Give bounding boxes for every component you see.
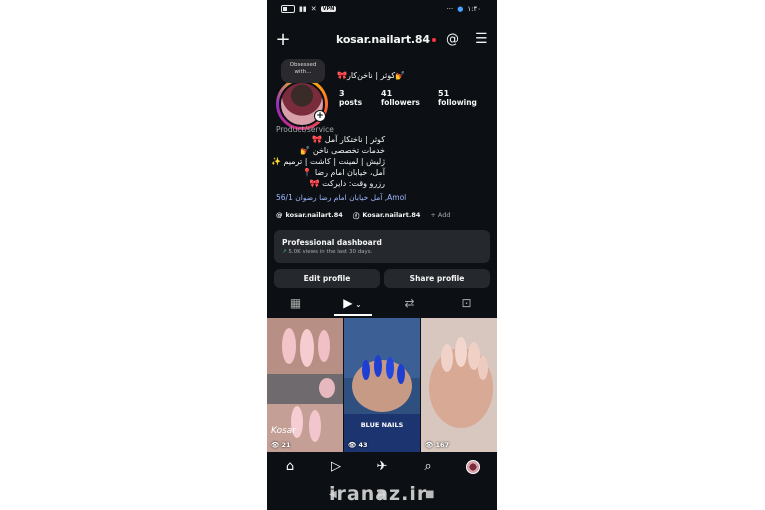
active-tab-indicator — [334, 314, 372, 316]
reel-view-count: 👁 167 — [425, 441, 449, 449]
display-name: 🎀کوثر | ناخن‌کار💅 — [337, 71, 406, 80]
profile-nav-avatar[interactable] — [466, 460, 480, 474]
grid-tab[interactable]: ▦ — [267, 292, 324, 316]
dashboard-title: Professional dashboard — [282, 238, 382, 247]
reel-thumbnail[interactable]: 👁 167 — [421, 318, 497, 452]
clock-icon: ● — [457, 5, 464, 13]
status-bar: ▮▮ ✕ VPN ··· ● ۱:۴۰ — [267, 0, 497, 20]
bio-line: خدمات تخصصی ناخن 💅 — [300, 146, 385, 155]
add-link-button[interactable]: + Add — [430, 211, 450, 219]
eye-icon: 👁 — [348, 441, 357, 449]
profile-tabs: ▦ ▶ ⌄ ⇄ ⊡ — [267, 292, 497, 316]
vpn-badge: VPN — [320, 6, 337, 12]
eye-icon: 👁 — [425, 441, 434, 449]
note-bubble[interactable]: Obsessed with... — [281, 59, 325, 83]
profile-links: @ kosar.nailart.84 ⓕ Kosar.nailart.84 + … — [276, 210, 451, 220]
stat-following-label: following — [438, 98, 477, 107]
bio-line: رزرو وقت: دایرکت 🎀 — [309, 179, 385, 188]
share-profile-button[interactable]: Share profile — [384, 269, 490, 288]
system-gesture-bar: ◀ ● ■ iranaz.ir — [267, 482, 497, 510]
reel-image-blue-nails — [344, 318, 420, 452]
create-plus-icon[interactable]: + — [275, 26, 291, 54]
more-notifications: ··· — [446, 5, 454, 13]
menu-icon[interactable]: ☰ — [475, 31, 488, 47]
bio-line: ژلیش | لمینت | کاشت | ترمیم ✨ — [271, 157, 385, 166]
trend-up-icon: ↗ — [282, 249, 287, 255]
dashboard-subtitle: ↗ 5.0K views in the last 30 days. — [282, 249, 372, 255]
reels-tab[interactable]: ▶ ⌄ — [324, 292, 381, 316]
search-icon[interactable]: ⌕ — [405, 452, 451, 482]
stat-posts-label: posts — [339, 98, 363, 107]
facebook-link[interactable]: ⓕ Kosar.nailart.84 — [353, 210, 421, 220]
reel-view-number: 43 — [358, 441, 368, 449]
home-icon[interactable]: ⌂ — [267, 452, 313, 482]
threads-icon[interactable]: @ — [446, 32, 459, 47]
chevron-down-icon[interactable]: ⌄ — [422, 35, 428, 43]
stat-followers-count: 41 — [381, 89, 393, 98]
edit-profile-button[interactable]: Edit profile — [274, 269, 380, 288]
category-label: Product/service — [276, 125, 334, 134]
grid-icon: ▦ — [289, 296, 302, 310]
add-story-plus-icon[interactable]: + — [314, 110, 326, 122]
status-icons-right: ··· ● ۱:۴۰ — [447, 5, 481, 13]
repost-icon: ⇄ — [404, 296, 415, 310]
status-time: ۱:۴۰ — [467, 5, 481, 13]
notification-dot — [432, 38, 436, 42]
threads-link[interactable]: @ kosar.nailart.84 — [276, 211, 343, 219]
reel-view-count: 👁 43 — [348, 441, 368, 449]
reel-caption: BLUE NAILS — [360, 421, 404, 429]
bio-line: آمل، خیابان امام رضا 📍 — [302, 168, 385, 177]
phone-screen: ▮▮ ✕ VPN ··· ● ۱:۴۰ + kosar.nailart.84 ⌄… — [267, 0, 497, 510]
stat-posts-count: 3 — [339, 89, 345, 98]
threads-small-icon: @ — [276, 211, 283, 219]
reel-thumbnail[interactable]: BLUE NAILS 👁 43 — [344, 318, 420, 452]
reel-image-nude-nails — [421, 318, 497, 452]
battery-icon — [281, 5, 295, 13]
status-icons-left: ▮▮ ✕ VPN — [281, 5, 337, 13]
dashboard-subtitle-text: 5.0K views in the last 30 days. — [288, 249, 373, 255]
stat-followers[interactable]: 41 followers — [381, 89, 420, 107]
bottom-navigation: ⌂ ▷ ✈ ⌕ — [267, 452, 497, 482]
reel-caption: Kosar — [271, 426, 296, 436]
reel-view-number: 167 — [435, 441, 450, 449]
stat-following-count: 51 — [438, 89, 450, 98]
mute-icon: ✕ — [310, 5, 317, 13]
reel-view-count: 👁 21 — [271, 441, 291, 449]
reel-view-number: 21 — [281, 441, 291, 449]
professional-dashboard[interactable]: Professional dashboard ↗ 5.0K views in t… — [274, 230, 490, 263]
chevron-down-icon: ⌄ — [352, 300, 362, 309]
top-bar: + kosar.nailart.84 ⌄ @ ☰ — [267, 26, 497, 54]
threads-link-label: kosar.nailart.84 — [285, 211, 343, 219]
tagged-tab[interactable]: ⊡ — [438, 292, 495, 316]
send-icon[interactable]: ✈ — [359, 452, 405, 482]
stat-posts[interactable]: 3 posts — [339, 89, 362, 107]
eye-icon: 👁 — [271, 441, 280, 449]
tagged-icon: ⊡ — [461, 296, 472, 310]
reposts-tab[interactable]: ⇄ — [381, 292, 438, 316]
reel-thumbnail[interactable]: Kosar 👁 21 — [267, 318, 343, 452]
reels-nav-icon[interactable]: ▷ — [313, 452, 359, 482]
bio-line: کوثر | ناختکار آمل 🎀 — [312, 135, 385, 144]
facebook-link-label: Kosar.nailart.84 — [362, 211, 421, 219]
watermark: iranaz.ir — [329, 483, 428, 505]
facebook-small-icon: ⓕ — [352, 212, 360, 220]
stat-followers-label: followers — [381, 98, 420, 107]
signal-icon: ▮▮ — [299, 5, 307, 13]
stat-following[interactable]: 51 following — [438, 89, 477, 107]
location-link[interactable]: آمل خیابان امام رضا رضوان 56/1 ,Amol — [276, 193, 406, 202]
username-switcher[interactable]: kosar.nailart.84 — [336, 33, 430, 46]
